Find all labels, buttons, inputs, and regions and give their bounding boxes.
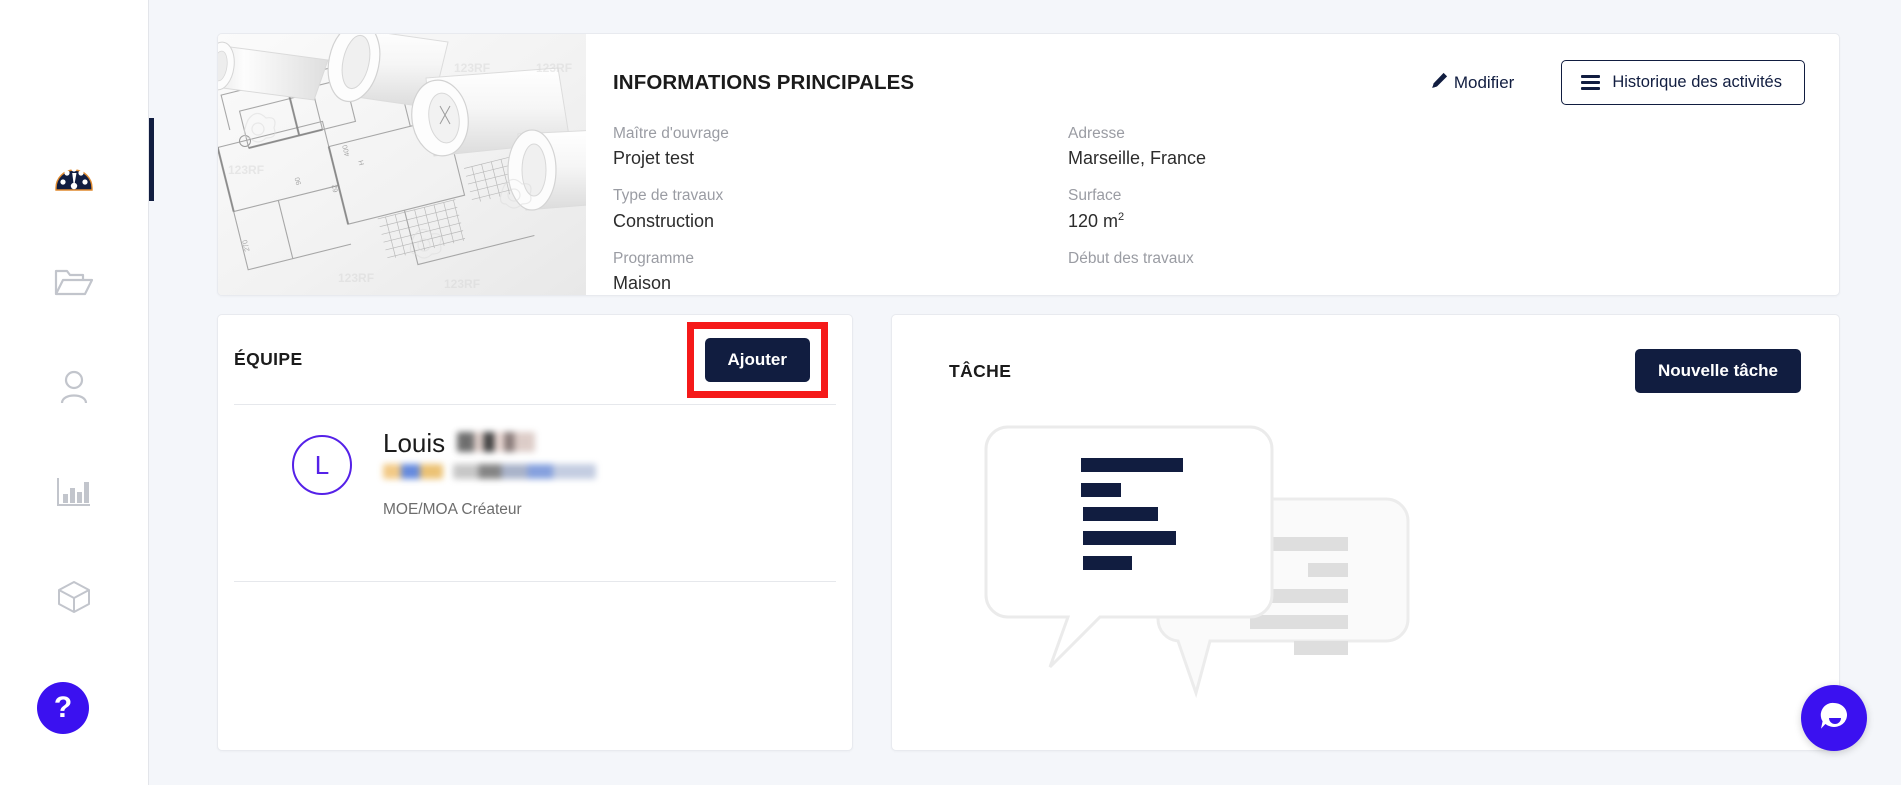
field-value: Marseille, France bbox=[1068, 148, 1207, 169]
task-panel-header: TÂCHE Nouvelle tâche bbox=[892, 315, 1839, 427]
edit-button[interactable]: Modifier bbox=[1431, 72, 1514, 94]
team-member-row[interactable]: L Louis MOE/MOA Créateur bbox=[218, 405, 852, 519]
speech-bubbles-icon bbox=[984, 425, 1410, 699]
hamburger-icon bbox=[1581, 75, 1601, 90]
lower-panels-row: ÉQUIPE Ajouter L Louis MOE/MOA Créateur … bbox=[217, 314, 1840, 751]
field-value: Projet test bbox=[613, 148, 695, 169]
email-redacted-part-1 bbox=[383, 463, 443, 479]
avatar-initial: L bbox=[314, 449, 330, 480]
sidebar-item-products[interactable] bbox=[44, 569, 104, 629]
pencil-icon bbox=[1431, 72, 1448, 94]
content-wrapper: 270 90 62 H 400 123RF 123RF 123RF 123RF … bbox=[149, 0, 1901, 751]
sidebar-item-projects[interactable] bbox=[44, 254, 104, 314]
field-label: Adresse bbox=[1068, 125, 1125, 142]
email-redacted-part-2 bbox=[453, 463, 596, 479]
field-label: Type de travaux bbox=[613, 187, 724, 205]
active-page-indicator bbox=[149, 118, 154, 201]
svg-text:123RF: 123RF bbox=[444, 277, 480, 291]
team-panel-title: ÉQUIPE bbox=[234, 349, 303, 369]
svg-text:123RF: 123RF bbox=[338, 271, 374, 285]
field-value-superscript: 2 bbox=[1118, 210, 1125, 223]
user-icon bbox=[58, 370, 90, 409]
field-value-wrap: 120 m2 bbox=[1068, 208, 1488, 235]
field-label: Début des travaux bbox=[1068, 249, 1194, 267]
sidebar-item-contacts[interactable] bbox=[44, 359, 104, 419]
field-value: Construction bbox=[613, 210, 715, 231]
task-empty-state bbox=[892, 425, 1839, 727]
team-member-info: Louis MOE/MOA Créateur bbox=[352, 428, 596, 519]
info-fields: Maître d'ouvrage Projet test Type de tra… bbox=[613, 123, 1805, 295]
chat-widget-button[interactable] bbox=[1801, 685, 1867, 751]
add-member-button[interactable]: Ajouter bbox=[704, 337, 810, 382]
folder-open-icon bbox=[54, 266, 94, 303]
main-content: 270 90 62 H 400 123RF 123RF 123RF 123RF … bbox=[149, 0, 1901, 785]
svg-text:123RF: 123RF bbox=[454, 61, 490, 75]
team-member-divider bbox=[234, 580, 836, 582]
info-fields-left: Maître d'ouvrage Projet test Type de tra… bbox=[613, 123, 1068, 295]
main-information-card: 270 90 62 H 400 123RF 123RF 123RF 123RF … bbox=[217, 33, 1840, 296]
field-surface: Surface 120 m2 bbox=[1068, 185, 1488, 234]
svg-text:123RF: 123RF bbox=[536, 61, 572, 75]
team-member-name: Louis bbox=[383, 428, 596, 459]
cube-icon bbox=[56, 579, 92, 620]
sidebar: ? bbox=[0, 0, 149, 785]
field-adresse: Adresse Marseille, France bbox=[1068, 123, 1488, 172]
task-panel-title: TÂCHE bbox=[949, 360, 1012, 381]
activity-history-label: Historique des activités bbox=[1612, 73, 1782, 91]
new-task-button[interactable]: Nouvelle tâche bbox=[1635, 349, 1801, 393]
field-type-de-travaux: Type de travaux Construction bbox=[613, 185, 1068, 234]
bar-chart-icon bbox=[56, 476, 92, 513]
add-member-highlight: Ajouter bbox=[686, 321, 828, 398]
task-panel: TÂCHE Nouvelle tâche bbox=[891, 314, 1840, 751]
chat-bubble-icon bbox=[1817, 699, 1851, 738]
gauge-icon bbox=[55, 161, 93, 196]
sidebar-item-statistics[interactable] bbox=[44, 464, 104, 524]
page-title: INFORMATIONS PRINCIPALES bbox=[613, 70, 915, 94]
sidebar-item-dashboard[interactable] bbox=[44, 148, 104, 208]
team-panel-header: ÉQUIPE Ajouter bbox=[218, 315, 852, 404]
team-member-lastname-redacted bbox=[457, 432, 536, 452]
svg-text:123RF: 123RF bbox=[228, 163, 264, 177]
field-value: Maison bbox=[613, 273, 672, 294]
team-member-first-name: Louis bbox=[383, 428, 446, 458]
field-value: 120 m bbox=[1068, 210, 1119, 231]
team-member-role: MOE/MOA Créateur bbox=[383, 500, 522, 518]
help-label: ? bbox=[53, 691, 73, 724]
field-programme: Programme Maison bbox=[613, 248, 1068, 295]
edit-label: Modifier bbox=[1453, 72, 1515, 92]
info-card-header: INFORMATIONS PRINCIPALES Modifier Histor… bbox=[613, 60, 1805, 105]
help-button[interactable]: ? bbox=[37, 682, 89, 734]
field-label: Programme bbox=[613, 249, 694, 267]
team-member-email-redacted bbox=[383, 463, 596, 479]
activity-history-button[interactable]: Historique des activités bbox=[1561, 60, 1805, 105]
blueprint-photo: 270 90 62 H 400 123RF 123RF 123RF 123RF … bbox=[218, 34, 586, 295]
field-label: Maître d'ouvrage bbox=[613, 125, 729, 142]
info-card-body: INFORMATIONS PRINCIPALES Modifier Histor… bbox=[586, 34, 1839, 295]
field-debut-des-travaux: Début des travaux bbox=[1068, 248, 1488, 270]
team-panel: ÉQUIPE Ajouter L Louis MOE/MOA Créateur bbox=[217, 314, 853, 751]
field-label: Surface bbox=[1068, 187, 1122, 205]
info-fields-right: Adresse Marseille, France Surface 120 m2… bbox=[1068, 123, 1488, 295]
project-thumbnail: 270 90 62 H 400 123RF 123RF 123RF 123RF … bbox=[218, 34, 586, 295]
avatar: L bbox=[292, 435, 352, 495]
field-maitre-douvrage: Maître d'ouvrage Projet test bbox=[613, 123, 1068, 172]
app-root: ? 270 90 62 H 400 123RF 123RF 123RF 123R… bbox=[0, 0, 1901, 785]
